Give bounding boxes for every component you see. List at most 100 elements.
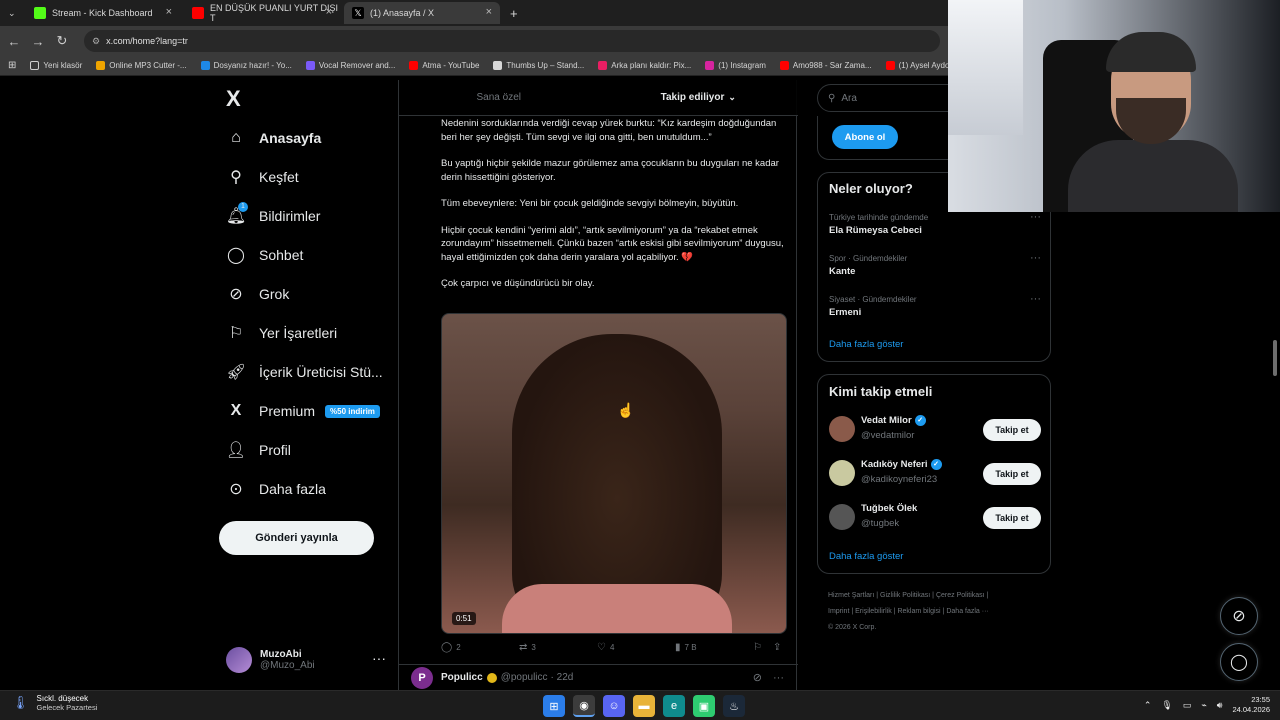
footer-link[interactable]: Erişilebilirlik (855, 608, 892, 615)
tab-youtube[interactable]: EN DÜŞÜK PUANLI YURT DIŞI T × (184, 2, 340, 24)
nav-item-notifications[interactable]: 🔔︎ 1 Bildirimler (226, 202, 320, 226)
next-tweet[interactable]: P Populicc @populicc · 22d ⊘ ··· (399, 664, 798, 690)
tab-for-you[interactable]: Sana özel (399, 80, 599, 115)
like-button[interactable]: ♡ 4 (597, 642, 614, 653)
bookmark-item[interactable]: Thumbs Up – Stand... (493, 61, 584, 70)
avatar[interactable] (829, 460, 855, 486)
bookmark-item[interactable]: Vocal Remover and... (305, 61, 395, 70)
steam-icon[interactable]: ♨ (723, 695, 745, 717)
bookmark-item[interactable]: Yeni klasör (30, 61, 82, 70)
bookmark-item[interactable]: (1) Instagram (705, 61, 766, 70)
volume-icon[interactable]: 🔊︎ (1217, 700, 1223, 711)
nav-item-profile[interactable]: 👤︎ Profil (226, 440, 291, 460)
follow-button[interactable]: Takip et (983, 463, 1041, 485)
follow-suggestion[interactable]: Kadıköy Neferi ✓ @kadikoyneferi23 Takip e… (829, 457, 1041, 491)
author-handle: @populicc (500, 672, 548, 683)
tab-title: EN DÜŞÜK PUANLI YURT DIŞI T (210, 3, 339, 23)
nav-item-premium[interactable]: X Premium %50 indirim (226, 401, 380, 421)
url-field[interactable]: ⚙ x.com/home?lang=tr (84, 30, 940, 52)
apps-grid-icon[interactable]: ⊞ (8, 60, 16, 71)
account-switcher[interactable]: MuzoAbi @Muzo_Abi ··· (226, 640, 386, 680)
bookmark-item[interactable]: Dosyanız hazır! - Yo... (200, 61, 292, 70)
bookmark-item[interactable]: Online MP3 Cutter -... (96, 61, 187, 70)
author-name[interactable]: Populicc (441, 672, 483, 683)
network-icon[interactable]: ⌁ (1201, 700, 1206, 711)
file-explorer-icon[interactable]: ▬ (633, 695, 655, 717)
forward-icon[interactable]: → (26, 34, 50, 49)
bookmark-item[interactable]: Atma - YouTube (409, 61, 479, 70)
avatar[interactable] (829, 416, 855, 442)
close-tab-icon[interactable]: × (326, 6, 332, 18)
profile-handle: @Muzo_Abi (260, 660, 315, 671)
grok-fab[interactable]: ⊘ (1220, 597, 1258, 635)
more-icon[interactable]: ··· (1030, 211, 1041, 223)
x-logo-icon[interactable]: X (226, 86, 241, 112)
new-tab-button[interactable]: + (502, 2, 526, 24)
monitor-icon[interactable]: ▭ (1183, 700, 1192, 711)
nav-item-bookmarks[interactable]: ⚐ Yer İşaretleri (226, 323, 337, 343)
tweet-video[interactable]: ☝ 0:51 (441, 313, 787, 634)
reply-button[interactable]: ◯ 2 (441, 642, 461, 653)
nav-item-chat[interactable]: ◯ Sohbet (226, 245, 303, 265)
chrome-icon[interactable]: ◉ (573, 695, 595, 717)
follow-button[interactable]: Takip et (983, 507, 1041, 529)
more-icon[interactable]: ··· (372, 650, 386, 666)
tab-list-button[interactable]: ⌄ (0, 2, 24, 24)
nav-item-explore[interactable]: ⚲ Keşfet (226, 167, 299, 187)
weather-widget[interactable]: 🌡︎ Sıckl. düşecek Gelecek Pazartesi (12, 694, 97, 712)
bookmark-item[interactable]: Amo988 - Sar Zama... (779, 61, 872, 70)
messages-fab[interactable]: ◯ (1220, 643, 1258, 681)
footer-link[interactable]: Çerez Politikası (936, 592, 985, 599)
trend-item[interactable]: Türkiye tarihinde gündemde Ela Rümeysa Ce… (829, 211, 1041, 236)
bookmark-favicon-icon (598, 61, 608, 70)
nav-item-home[interactable]: ⌂ Anasayfa (226, 128, 321, 148)
footer-link[interactable]: Daha fazla ··· (946, 608, 988, 615)
footer-link[interactable]: Imprint (828, 608, 849, 615)
footer-link[interactable]: Hizmet Şartları (828, 592, 874, 599)
follow-button[interactable]: Takip et (983, 419, 1041, 441)
sidebar-footer: Hizmet Şartları | Gizlilik Politikası | … (828, 588, 1048, 636)
site-info-icon[interactable]: ⚙ (92, 36, 100, 47)
bookmark-item[interactable]: Arka planı kaldır: Pix... (598, 61, 691, 70)
views-button[interactable]: ▮ 7 B (675, 642, 697, 653)
tab-x-home[interactable]: 𝕏 (1) Anasayfa / X × (344, 2, 500, 24)
microphone-icon[interactable]: 🎙︎ (1161, 700, 1172, 711)
footer-link[interactable]: Gizlilik Politikası (880, 592, 930, 599)
repost-button[interactable]: ⇄ 3 (519, 642, 536, 653)
windows-start-icon[interactable]: ⊞ (543, 695, 565, 717)
tab-following[interactable]: Takip ediliyor ⌄ (599, 80, 799, 115)
trend-item[interactable]: Siyaset · Gündemdekiler Ermeni ··· (829, 293, 1041, 318)
more-icon[interactable]: ··· (773, 672, 784, 684)
clock[interactable]: 23:55 24.04.2026 (1232, 695, 1270, 715)
close-tab-icon[interactable]: × (486, 6, 492, 18)
edge-icon[interactable]: e (663, 695, 685, 717)
avatar[interactable] (829, 504, 855, 530)
trend-item[interactable]: Spor · Gündemdekiler Kante ··· (829, 252, 1041, 277)
follow-suggestion[interactable]: Tuğbek Ölek @tugbek Takip et (829, 501, 1041, 535)
wtf-show-more-link[interactable]: Daha fazla göster (829, 551, 903, 562)
share-button[interactable]: ⇪ (773, 642, 785, 653)
back-icon[interactable]: ← (2, 34, 26, 49)
nav-item-creator-studio[interactable]: 🚀︎ İçerik Üreticisi Stü... (226, 362, 383, 382)
close-tab-icon[interactable]: × (166, 6, 172, 18)
footer-link[interactable]: Reklam bilgisi (897, 608, 940, 615)
more-icon[interactable]: ··· (1030, 252, 1041, 264)
discord-icon[interactable]: ☺ (603, 695, 625, 717)
avatar[interactable]: P (411, 666, 433, 689)
post-button[interactable]: Gönderi yayınla (219, 521, 374, 555)
trends-show-more-link[interactable]: Daha fazla göster (829, 339, 903, 350)
bookmark-button[interactable]: ⚐ (753, 642, 766, 653)
grok-icon[interactable]: ⊘ (753, 671, 762, 684)
nav-item-grok[interactable]: ⊘ Grok (226, 284, 289, 304)
subscribe-button[interactable]: Abone ol (832, 125, 898, 149)
scrollbar-thumb[interactable] (1273, 340, 1277, 376)
reload-icon[interactable]: ↻ (50, 33, 74, 49)
chevron-up-icon[interactable]: ⌃ (1144, 700, 1152, 711)
trends-title: Neler oluyor? (829, 181, 913, 196)
nav-item-more[interactable]: ⊙ Daha fazla (226, 479, 326, 499)
verified-badge-icon: ✓ (930, 459, 942, 470)
app-icon[interactable]: ▣ (693, 695, 715, 717)
follow-suggestion[interactable]: Vedat Milor ✓ @vedatmilor Takip et (829, 413, 1041, 447)
tab-kick-dashboard[interactable]: Stream - Kick Dashboard × (26, 2, 180, 24)
more-icon[interactable]: ··· (1030, 293, 1041, 305)
